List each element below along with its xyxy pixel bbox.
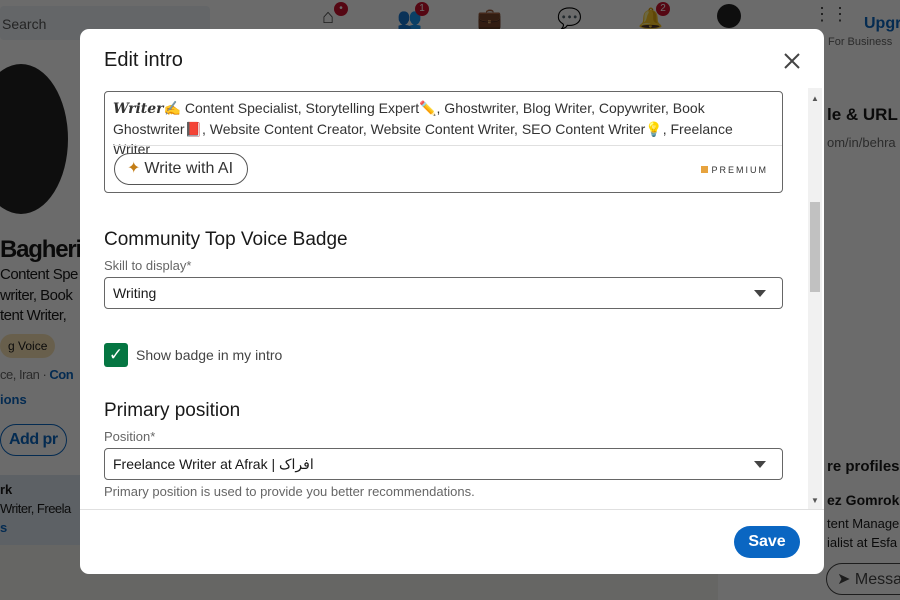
premium-label: PREMIUM — [700, 165, 769, 175]
headline-line: tent Writer, — [0, 307, 67, 324]
position-help-text: Primary position is used to provide you … — [104, 484, 475, 499]
profile-name: Bagheri — [0, 236, 82, 263]
show-badge-label[interactable]: Show badge in my intro — [136, 347, 282, 363]
message-button[interactable]: ➤ Message — [826, 563, 900, 595]
dialog-footer-divider — [80, 509, 824, 510]
close-button[interactable] — [780, 49, 804, 73]
add-profile-section-button[interactable]: Add pr — [0, 424, 67, 456]
open-to-work-desc: Writer, Freela — [0, 501, 71, 516]
skill-label: Skill to display* — [104, 258, 192, 273]
apps-grid-icon[interactable]: ⋮⋮ — [813, 4, 849, 25]
dialog-content: Writer✍️ Content Specialist, Storytellin… — [80, 88, 808, 509]
person-headline: tent Manage — [827, 516, 900, 531]
headline-textarea[interactable]: Writer✍️ Content Specialist, Storytellin… — [113, 98, 773, 159]
dialog-title: Edit intro — [104, 49, 183, 71]
home-icon[interactable]: ⌂ • — [316, 2, 348, 30]
contact-info-link[interactable]: Con — [49, 367, 73, 382]
location: ce, Iran · Con — [0, 367, 74, 382]
headline-line: Content Spe — [0, 266, 78, 283]
show-badge-checkbox[interactable]: ✓ — [104, 343, 128, 367]
position-select[interactable]: Freelance Writer at Afrak | افراک — [104, 448, 783, 480]
scrollbar[interactable]: ▲ ▼ — [808, 88, 822, 509]
open-to-work-details-link[interactable]: s — [0, 520, 7, 535]
messaging-icon[interactable]: 💬 — [557, 6, 582, 30]
person-headline: ialist at Esfa — [827, 535, 898, 550]
send-icon: ➤ — [837, 571, 855, 588]
premium-icon — [700, 166, 708, 173]
person-name[interactable]: ez Gomrok — [827, 492, 899, 508]
caret-down-icon — [754, 461, 766, 468]
checkmark-icon: ✓ — [108, 345, 124, 364]
me-avatar[interactable] — [717, 4, 741, 28]
position-label: Position* — [104, 429, 156, 444]
caret-down-icon — [754, 290, 766, 297]
for-business-menu[interactable]: For Business — [828, 36, 892, 48]
sparkle-icon: ✦ — [127, 160, 141, 177]
notifications-icon[interactable]: 🔔 2 — [638, 2, 670, 30]
connections-link[interactable]: ions — [0, 392, 27, 407]
divider — [113, 145, 782, 146]
jobs-icon[interactable]: 💼 — [477, 6, 502, 30]
scroll-down-icon[interactable]: ▼ — [811, 496, 819, 505]
profile-url[interactable]: om/in/behra — [827, 135, 896, 150]
write-with-ai-button[interactable]: ✦ Write with AI — [114, 153, 249, 185]
close-icon — [784, 53, 800, 69]
scrollbar-thumb[interactable] — [810, 202, 820, 292]
scroll-up-icon[interactable]: ▲ — [811, 94, 819, 103]
headline-line: writer, Book — [0, 287, 73, 304]
upgrade-link[interactable]: Upgr — [864, 15, 900, 33]
profile-photo[interactable] — [0, 60, 72, 218]
save-button[interactable]: Save — [734, 526, 800, 558]
top-voice-badge: g Voice — [0, 334, 56, 358]
skill-select[interactable]: Writing — [104, 277, 783, 309]
badge-section-title: Community Top Voice Badge — [104, 229, 348, 250]
more-profiles-title: re profiles — [827, 458, 900, 475]
edit-intro-dialog: Edit intro Writer✍️ Content Specialist, … — [80, 29, 824, 574]
open-to-work-title: rk — [0, 482, 13, 497]
my-network-icon[interactable]: 👥 1 — [397, 2, 429, 30]
position-section-title: Primary position — [104, 400, 241, 421]
headline-editor[interactable]: Writer✍️ Content Specialist, Storytellin… — [104, 91, 783, 193]
profile-url-title: le & URL — [827, 105, 898, 124]
